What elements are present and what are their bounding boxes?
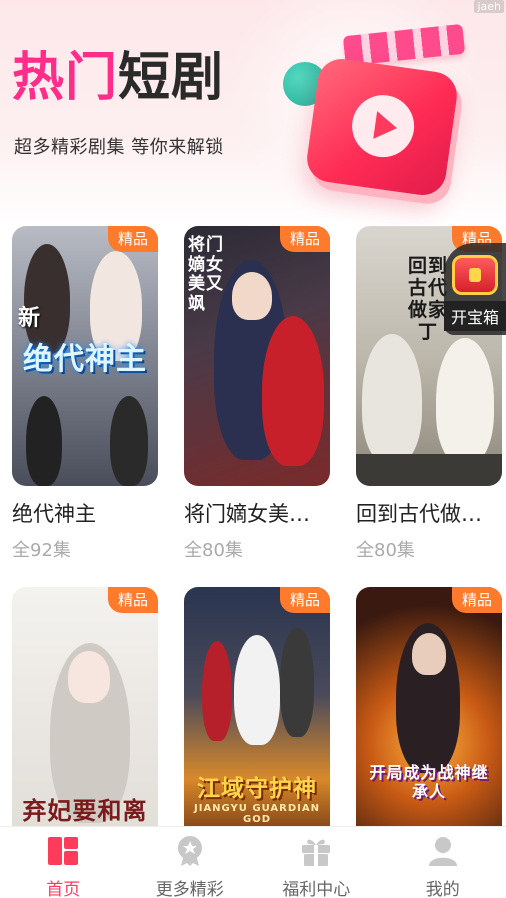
nav-item-welfare[interactable]: 福利中心 — [253, 827, 380, 898]
star-badge-icon — [173, 835, 207, 867]
treasure-label: 开宝箱 — [444, 301, 506, 331]
episode-count: 全80集 — [356, 540, 415, 561]
poster-figure — [234, 635, 280, 745]
treasure-chest-button[interactable]: 开宝箱 — [444, 243, 506, 335]
drama-poster[interactable]: 将门嫡女美又飒 精品 — [184, 226, 330, 486]
drama-poster[interactable]: 绝代神主 新 精品 — [12, 226, 158, 486]
nav-item-mine[interactable]: 我的 — [380, 827, 506, 898]
drama-card[interactable]: 弃妃要和离 精品 — [12, 587, 158, 827]
poster-figure — [436, 338, 494, 464]
poster-figure — [26, 396, 62, 486]
premium-badge: 精品 — [108, 587, 158, 613]
poster-figure — [412, 633, 446, 675]
nav-label: 首页 — [46, 880, 81, 898]
nav-label: 我的 — [425, 880, 460, 898]
premium-badge: 精品 — [108, 226, 158, 252]
page-subtitle: 超多精彩剧集 等你来解锁 — [14, 137, 224, 158]
premium-badge: 精品 — [280, 226, 330, 252]
drama-title: 回到古代做… — [356, 502, 482, 526]
treasure-chest-icon — [452, 255, 498, 295]
premium-badge: 精品 — [452, 587, 502, 613]
poster-floor — [356, 454, 502, 486]
episode-count: 全92集 — [12, 540, 71, 561]
poster-figure — [110, 396, 148, 486]
drama-poster[interactable]: 开局成为战神继承人 精品 — [356, 587, 502, 827]
play-icon — [348, 91, 419, 162]
poster-subtitle: JIANGYU GUARDIAN GOD — [194, 803, 320, 825]
poster-figure — [262, 316, 324, 466]
drama-card[interactable]: 将门嫡女美又飒 精品 将门嫡女美… 全80集 — [184, 226, 330, 562]
premium-badge: 精品 — [280, 587, 330, 613]
poster-figure — [68, 651, 110, 703]
drama-poster[interactable]: 弃妃要和离 精品 — [12, 587, 158, 827]
nav-label: 福利中心 — [282, 880, 351, 898]
drama-card[interactable]: 江域守护神 JIANGYU GUARDIAN GOD 精品 — [184, 587, 330, 827]
episode-count: 全80集 — [184, 540, 243, 561]
poster-figure — [280, 627, 314, 737]
poster-figure — [202, 641, 232, 741]
drama-card[interactable]: 开局成为战神继承人 精品 — [356, 587, 502, 827]
poster-title: 江域守护神 — [197, 776, 317, 802]
drama-poster[interactable]: 江域守护神 JIANGYU GUARDIAN GOD 精品 — [184, 587, 330, 827]
title-part-drama: 短剧 — [118, 48, 225, 108]
user-icon — [426, 835, 460, 867]
watermark: jaeh — [474, 0, 504, 13]
title-part-hot: 热门 — [12, 48, 119, 108]
header-banner: jaeh 热门短剧 超多精彩剧集 等你来解锁 — [0, 0, 506, 225]
poster-title: 将门嫡女美又飒 — [188, 235, 224, 314]
drama-card[interactable]: 绝代神主 新 精品 绝代神主 全92集 — [12, 226, 158, 562]
gift-icon — [299, 835, 333, 867]
nav-label: 更多精彩 — [155, 880, 224, 898]
page-title: 热门短剧 — [12, 52, 224, 104]
poster-title: 弃妃要和离 — [22, 797, 148, 825]
poster-title: 绝代神主 — [23, 342, 147, 377]
drama-title: 将门嫡女美… — [184, 502, 310, 526]
home-grid-icon — [46, 835, 80, 867]
play-video-icon — [304, 55, 460, 199]
poster-title: 开局成为战神继承人 — [369, 763, 489, 802]
poster-figure — [362, 334, 422, 464]
nav-item-home[interactable]: 首页 — [0, 827, 127, 898]
page: jaeh 热门短剧 超多精彩剧集 等你来解锁 绝代神主 新 精品 绝代神主 全9… — [0, 0, 506, 898]
nav-item-more[interactable]: 更多精彩 — [127, 827, 254, 898]
poster-side-text: 新 — [18, 306, 41, 331]
bottom-nav: 首页 更多精彩 福利中心 我的 — [0, 826, 506, 898]
drama-title: 绝代神主 — [12, 502, 96, 526]
